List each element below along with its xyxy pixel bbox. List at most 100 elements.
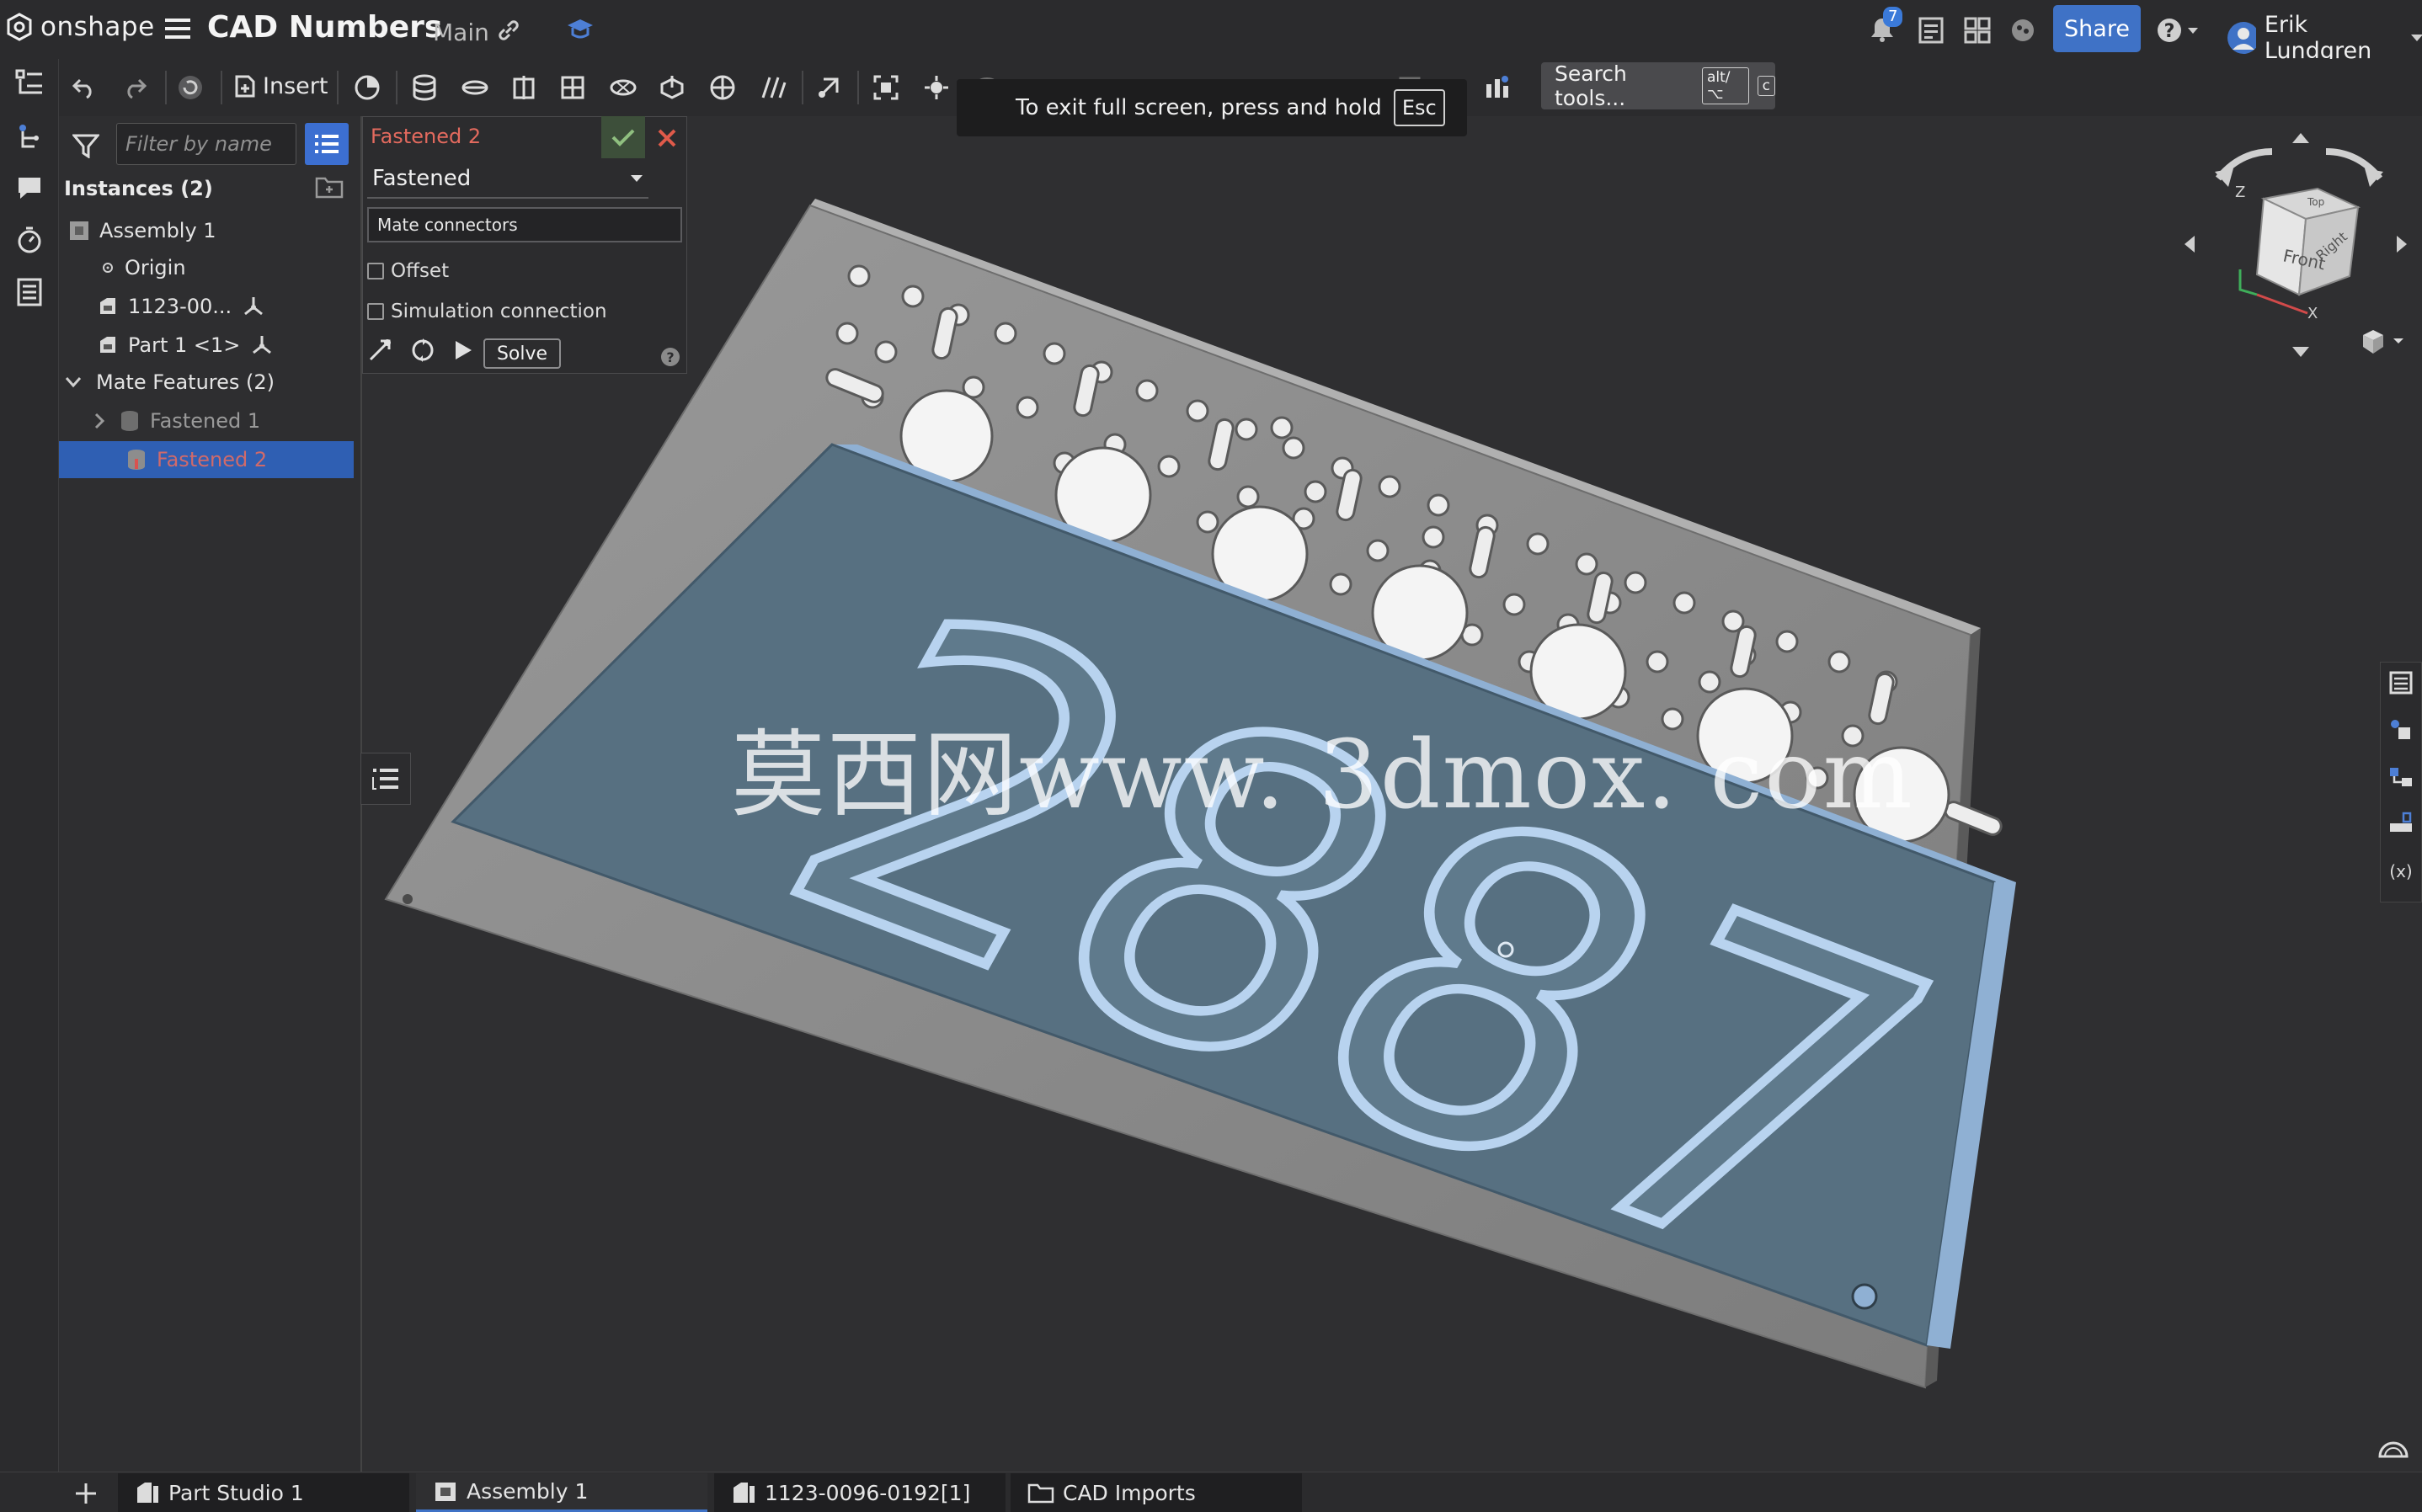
help-menu-icon[interactable]: ?	[2156, 17, 2203, 44]
tab-imported-part[interactable]: 1123-0096-0192[1]	[714, 1473, 1006, 1512]
help-icon[interactable]: ?	[660, 347, 680, 367]
toolbar-separator	[396, 71, 397, 104]
appearance-panel-icon[interactable]	[2387, 716, 2415, 744]
offset-option[interactable]: Offset	[367, 256, 449, 286]
slider-mate-icon[interactable]	[509, 72, 539, 103]
app-store-grid-icon[interactable]	[1964, 17, 1991, 44]
bom-table-icon[interactable]	[13, 276, 45, 308]
assembly-tab-icon	[435, 1482, 456, 1501]
mate-values-panel-icon[interactable]	[2387, 810, 2415, 839]
tree-item-fastened-2[interactable]: Fastened 2	[59, 441, 354, 478]
insert-button[interactable]: Insert	[234, 69, 328, 103]
redo-icon[interactable]	[120, 72, 150, 103]
fastened-mate-icon[interactable]	[409, 72, 440, 103]
ball-mate-icon[interactable]	[707, 72, 738, 103]
search-tools-button[interactable]: Search tools... alt/⌥ c	[1541, 61, 1775, 110]
rotate-left-arrow[interactable]	[2185, 236, 2195, 253]
regenerate-icon[interactable]	[175, 72, 205, 103]
chevron-down-icon[interactable]	[64, 370, 83, 394]
tree-item-part-import[interactable]: 1123-00...	[59, 288, 354, 325]
svg-text:?: ?	[666, 349, 674, 365]
tab-cad-imports[interactable]: CAD Imports	[1011, 1473, 1302, 1512]
accept-button[interactable]	[601, 116, 645, 158]
add-tab-button[interactable]	[69, 1478, 103, 1509]
revolute-mate-icon[interactable]	[460, 72, 490, 103]
ai-advisor-icon[interactable]	[2009, 17, 2036, 44]
tree-item-part-1[interactable]: Part 1 <1>	[59, 327, 354, 364]
fastened-mate-icon	[118, 409, 141, 433]
tree-item-fastened-1[interactable]: Fastened 1	[59, 402, 354, 439]
user-menu[interactable]: Erik Lundgren	[2227, 12, 2422, 64]
list-view-toggle-button[interactable]	[305, 123, 349, 165]
part-studio-icon	[137, 1483, 158, 1503]
hamburger-menu-icon[interactable]	[165, 17, 190, 40]
view-options-icon[interactable]	[2363, 330, 2403, 354]
chevron-right-icon[interactable]	[93, 409, 106, 433]
feature-list-icon[interactable]	[13, 67, 45, 99]
view-cube-top-label[interactable]: Top	[2307, 196, 2324, 208]
section-view-icon[interactable]	[2377, 1435, 2410, 1460]
variables-panel-icon[interactable]: (x)	[2387, 857, 2415, 886]
tree-item-origin[interactable]: Origin	[59, 249, 354, 286]
tab-label: Part Studio 1	[168, 1480, 304, 1505]
replicate-icon[interactable]	[352, 72, 382, 103]
reorient-secondary-axis-icon[interactable]	[409, 337, 436, 364]
simulation-connection-option[interactable]: Simulation connection	[367, 296, 607, 327]
explode-view-icon[interactable]	[921, 72, 952, 103]
mate-type-select[interactable]: Fastened	[367, 160, 648, 199]
x-axis-triad	[2256, 293, 2308, 315]
svg-text:?: ?	[2164, 21, 2175, 42]
list-icon	[315, 135, 339, 153]
tree-item-label: 1123-00...	[128, 295, 232, 318]
comments-icon[interactable]	[13, 172, 45, 204]
offset-checkbox[interactable]	[367, 263, 384, 280]
play-animation-icon[interactable]	[453, 339, 473, 361]
rotate-right-arrow[interactable]	[2397, 236, 2407, 253]
simulation-connection-checkbox[interactable]	[367, 303, 384, 320]
tab-part-studio[interactable]: Part Studio 1	[118, 1473, 409, 1512]
flip-primary-axis-icon[interactable]	[367, 338, 392, 363]
assembly-icon	[67, 219, 91, 242]
share-button[interactable]: Share	[2053, 5, 2141, 52]
document-title[interactable]: CAD Numbers	[207, 10, 442, 45]
shortcut-key-alt: alt/⌥	[1701, 67, 1749, 104]
tree-item-mate-features[interactable]: Mate Features (2)	[59, 364, 354, 401]
mate-connector-icon[interactable]	[814, 72, 844, 103]
link-icon[interactable]	[497, 19, 520, 42]
list-collapse-icon	[372, 769, 398, 790]
fit-view-icon[interactable]	[871, 72, 901, 103]
fixed-pin-icon	[250, 333, 274, 357]
pin-slot-mate-icon[interactable]	[657, 72, 687, 103]
cancel-button[interactable]	[650, 123, 684, 153]
panel-collapse-tab[interactable]	[360, 753, 411, 805]
properties-panel-icon[interactable]	[2387, 668, 2415, 697]
solve-button[interactable]: Solve	[483, 338, 561, 369]
undo-icon[interactable]	[69, 72, 99, 103]
filter-by-name-input[interactable]	[116, 123, 296, 165]
branch-name[interactable]: Main	[433, 19, 489, 46]
document-list-icon[interactable]	[1918, 17, 1944, 44]
tree-item-assembly[interactable]: Assembly 1	[59, 212, 354, 249]
x-axis-label: X	[2307, 305, 2318, 322]
variable-studio-icon[interactable]	[1482, 72, 1512, 103]
new-folder-icon[interactable]	[315, 175, 345, 199]
mate-connectors-field[interactable]: Mate connectors	[367, 207, 682, 242]
rotate-up-arrow[interactable]	[2292, 133, 2309, 143]
rotate-down-arrow[interactable]	[2292, 347, 2309, 357]
logo-text: onshape	[40, 12, 155, 42]
planar-mate-icon[interactable]	[557, 72, 588, 103]
cylindrical-mate-icon[interactable]	[608, 72, 638, 103]
parallel-mate-icon[interactable]	[758, 72, 788, 103]
learning-center-icon[interactable]	[566, 17, 595, 42]
instances-tree-icon[interactable]	[13, 121, 45, 153]
view-cube[interactable]: Front Right Top Z X	[2181, 126, 2417, 370]
tab-assembly[interactable]: Assembly 1	[416, 1473, 707, 1512]
part-studio-icon	[734, 1483, 755, 1503]
toolbar-separator	[802, 71, 803, 104]
toolbar-separator	[857, 71, 859, 104]
animation-timer-icon[interactable]	[13, 224, 45, 256]
filter-icon[interactable]	[72, 133, 99, 158]
configurations-panel-icon[interactable]	[2387, 763, 2415, 791]
toolbar-separator	[337, 71, 339, 104]
onshape-logo[interactable]: onshape	[7, 12, 155, 42]
